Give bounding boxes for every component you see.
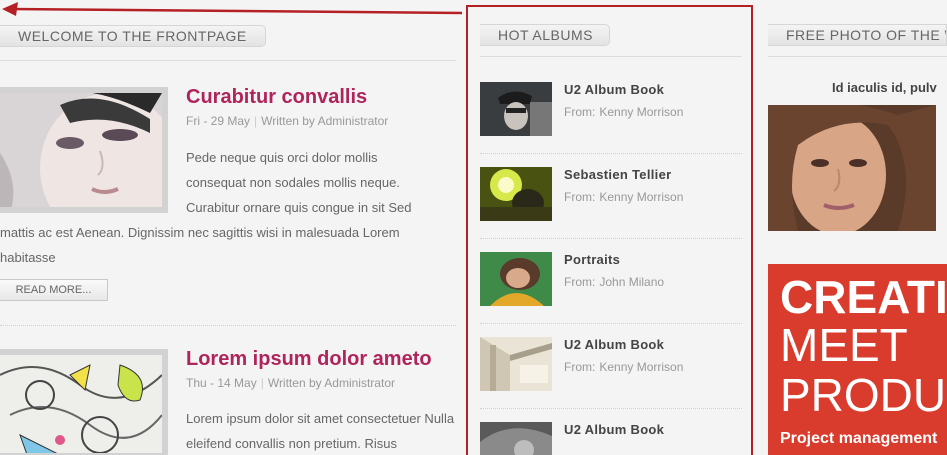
annotation-arrow [2,2,463,16]
article-image-face[interactable] [0,87,168,213]
article-date: Thu - 14 May [186,376,257,390]
album-thumbnail[interactable] [480,337,552,391]
free-photo-caption: Id iaculis id, pulv [832,80,937,95]
article-author: Written by Administrator [267,376,395,390]
article-text-full: mattis ac est Aenean. Dignissim nec sagi… [0,225,400,265]
article-author: Written by Administrator [261,114,389,128]
article-meta: Thu - 14 May | Written by Administrator [186,376,395,390]
banner-line-1: CREATIV [780,271,947,323]
free-photo-header: FREE PHOTO OF THE W [768,24,947,46]
divider [480,408,742,409]
article-title[interactable]: Lorem ipsum dolor ameto [186,348,432,371]
album-title[interactable]: U2 Album Book [564,422,664,437]
banner-line-4: Project management [780,430,938,447]
album-item[interactable]: U2 Album Book From: Kenny Morrison [480,82,742,136]
divider [480,323,742,324]
divider [480,153,742,154]
album-item[interactable]: U2 Album Book From: Kenny Morrison [480,337,742,391]
divider [0,325,456,326]
album-from: From: John Milano [564,275,665,289]
album-item[interactable]: Sebastien Tellier From: Kenny Morrison [480,167,742,221]
article-image-illustration[interactable] [0,349,168,455]
album-title[interactable]: Sebastien Tellier [564,167,671,182]
hot-albums-header: HOT ALBUMS [480,24,610,46]
album-from: From: Kenny Morrison [564,105,684,119]
album-thumbnail[interactable] [480,422,552,455]
article-text: Lorem ipsum dolor sit amet consectetuer … [186,411,455,451]
album-from: From: Kenny Morrison [564,190,684,204]
divider [768,56,947,57]
banner-line-2: MEET [780,319,908,371]
article-title[interactable]: Curabitur convallis [186,86,367,109]
creative-banner[interactable]: CREATIV MEET PRODUC Project management [768,264,947,455]
album-thumbnail[interactable] [480,82,552,136]
free-photo-image[interactable] [768,105,936,231]
read-more-button[interactable]: READ MORE... [0,279,108,301]
article-date: Fri - 29 May [186,114,251,128]
article-meta: Fri - 29 May | Written by Administrator [186,114,389,128]
divider [480,238,742,239]
album-title[interactable]: U2 Album Book [564,337,664,352]
article-text-right: Pede neque quis orci dolor mollis conseq… [186,150,412,215]
divider [0,60,456,61]
album-thumbnail[interactable] [480,167,552,221]
album-from: From: Kenny Morrison [564,360,684,374]
frontpage-header: WELCOME TO THE FRONTPAGE [0,25,266,47]
album-item[interactable]: Portraits From: John Milano [480,252,742,306]
album-title[interactable]: U2 Album Book [564,82,664,97]
banner-line-3: PRODUC [780,369,947,421]
album-item[interactable]: U2 Album Book [480,422,742,455]
album-thumbnail[interactable] [480,252,552,306]
album-title[interactable]: Portraits [564,252,620,267]
divider [480,56,742,57]
